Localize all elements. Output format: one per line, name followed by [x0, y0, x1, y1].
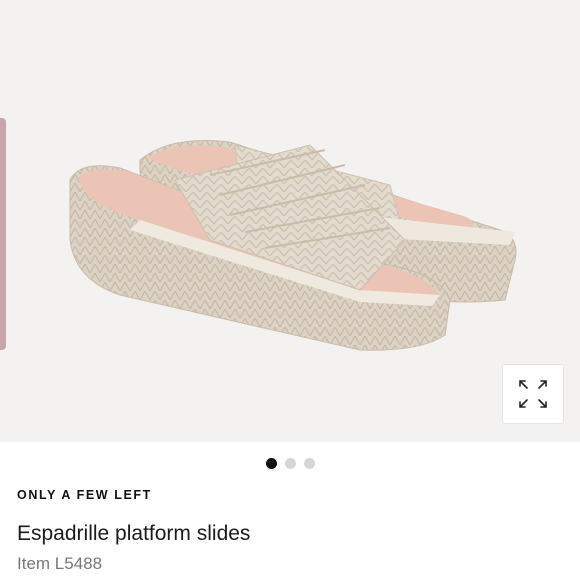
- carousel-dot-1[interactable]: [265, 458, 277, 469]
- product-title: Espadrille platform slides: [17, 522, 251, 545]
- product-image[interactable]: [60, 120, 530, 370]
- stock-status-label: ONLY A FEW LEFT: [17, 488, 152, 502]
- carousel-dot-2[interactable]: [284, 458, 296, 469]
- product-gallery[interactable]: [0, 0, 580, 442]
- previous-image-tab[interactable]: [0, 118, 6, 350]
- zoom-button[interactable]: [502, 364, 564, 424]
- item-number: Item L5488: [17, 554, 103, 573]
- carousel-dot-3[interactable]: [303, 458, 315, 469]
- carousel-pagination: [0, 458, 580, 469]
- front-slide: [69, 144, 451, 351]
- expand-arrows-icon: [519, 380, 547, 408]
